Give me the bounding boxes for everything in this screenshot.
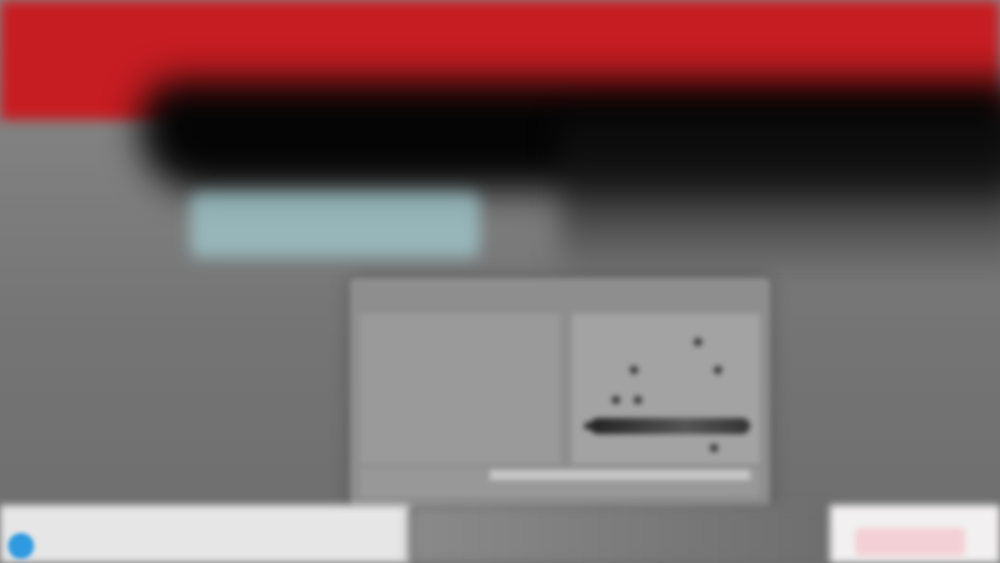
bottom-middle-strip	[410, 505, 830, 563]
map-left-area	[360, 314, 560, 464]
map-marker-dot-icon	[694, 338, 702, 346]
video-frame	[0, 0, 1000, 563]
map-marker-dot-icon	[584, 422, 592, 430]
map-marker-dot-icon	[630, 366, 638, 374]
bottom-left-panel	[0, 505, 410, 563]
map-right-area	[572, 314, 760, 464]
dark-overlay-fade	[560, 120, 1000, 280]
map-marker-dot-icon	[710, 444, 718, 452]
map-marker-dot-icon	[634, 396, 642, 404]
map-route-line	[590, 418, 750, 434]
blue-circle-icon[interactable]	[8, 533, 34, 559]
map-marker-dot-icon	[714, 366, 722, 374]
map-bottom-strip	[490, 470, 750, 480]
headline-highlight	[190, 192, 480, 258]
map-marker-dot-icon	[612, 396, 620, 404]
map-panel	[350, 278, 770, 508]
pink-action-button[interactable]	[855, 528, 965, 556]
